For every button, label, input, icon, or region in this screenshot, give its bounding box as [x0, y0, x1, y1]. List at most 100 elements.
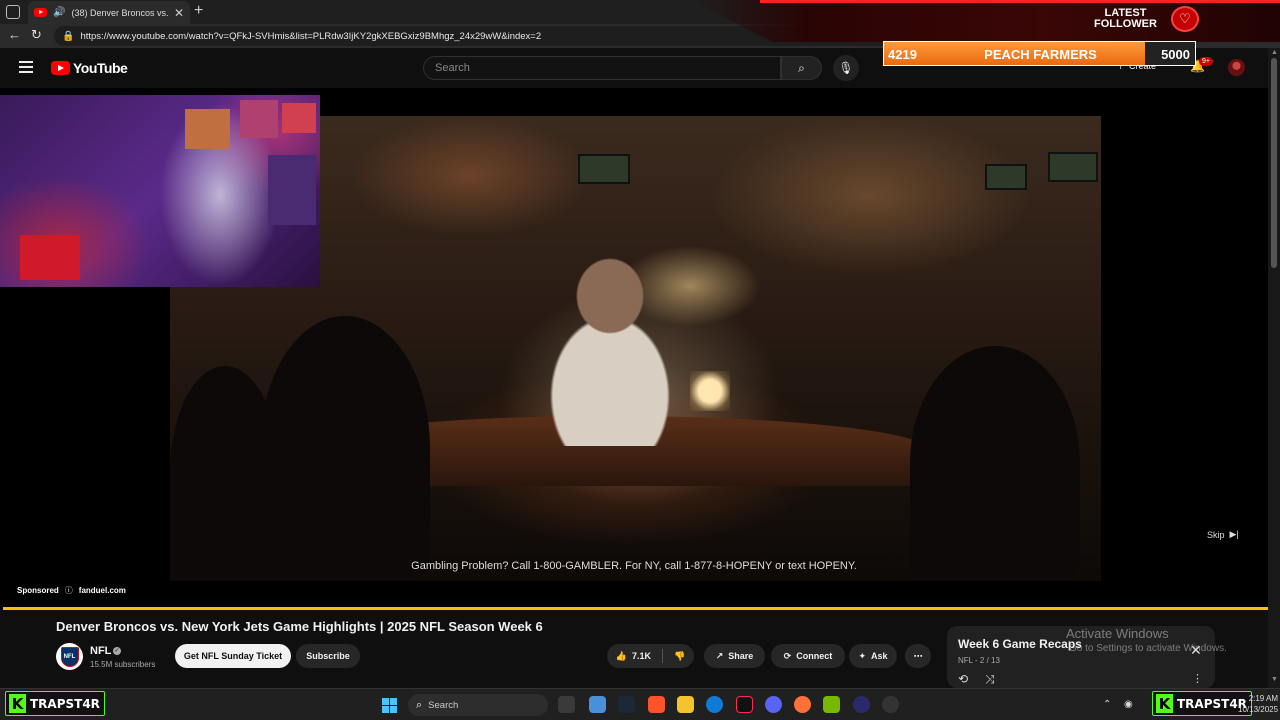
- heart-icon: ♡: [1171, 6, 1199, 32]
- latest-follower-heading: LATEST FOLLOWER: [1094, 8, 1157, 30]
- sparkle-icon: ✦: [858, 650, 867, 661]
- site-info-icon[interactable]: 🔒: [62, 31, 74, 42]
- ad-progress-bar[interactable]: [3, 607, 1268, 610]
- like-dislike-group: 👍 7.1K 👎: [607, 644, 694, 668]
- taskbar-search-input[interactable]: ⌕ Search: [408, 694, 548, 716]
- streamer-webcam-overlay: [0, 95, 320, 287]
- playlist-menu-icon[interactable]: ⋮: [1192, 672, 1203, 685]
- info-icon[interactable]: ⓘ: [65, 585, 73, 596]
- follower-label: FOLLOWER: [1094, 18, 1157, 30]
- microphone-icon: 🎙: [838, 61, 854, 75]
- playlist-position: NFL - 2 / 13: [958, 656, 1000, 665]
- more-actions-button[interactable]: ⋯: [905, 644, 931, 668]
- get-sunday-ticket-button[interactable]: Get NFL Sunday Ticket: [175, 644, 291, 668]
- brave-browser-icon[interactable]: [648, 696, 665, 713]
- search-icon: ⌕: [798, 60, 805, 75]
- kick-channel-name: TRAPST4R: [30, 696, 100, 711]
- youtube-logo[interactable]: YouTube: [51, 60, 128, 76]
- edge-browser-icon[interactable]: [706, 696, 723, 713]
- account-avatar[interactable]: [1228, 59, 1245, 76]
- gambling-disclaimer: Gambling Problem? Call 1-800-GAMBLER. Fo…: [411, 560, 857, 572]
- windows-taskbar: K TRAPST4R ⌕ Search ⌃ ◉ K TRAPST4R 2:19 …: [0, 688, 1280, 720]
- windows-start-icon[interactable]: [382, 698, 397, 713]
- ask-label: Ask: [871, 651, 888, 661]
- reload-icon[interactable]: ↻: [31, 27, 42, 43]
- page-scrollbar[interactable]: ▲ ▼: [1268, 48, 1280, 688]
- thumbs-down-icon[interactable]: 👎: [674, 651, 685, 662]
- scroll-up-icon[interactable]: ▲: [1271, 49, 1278, 56]
- notification-count-badge: 9+: [1199, 57, 1213, 66]
- search-button[interactable]: ⌕: [781, 56, 822, 80]
- table-lamp: [690, 371, 730, 411]
- task-view-icon[interactable]: [558, 696, 575, 713]
- tiktok-icon[interactable]: [736, 696, 753, 713]
- nvidia-icon[interactable]: [823, 696, 840, 713]
- shuffle-icon[interactable]: ⤨: [985, 672, 995, 687]
- skip-next-icon: ▶|: [1229, 529, 1239, 539]
- wall-poster: [240, 100, 278, 138]
- ad-sponsor-info: Sponsored ⓘ fanduel.com: [17, 585, 126, 596]
- loop-icon[interactable]: ⟲: [958, 672, 968, 686]
- search-input[interactable]: Search: [423, 56, 781, 80]
- search-placeholder: Search: [435, 62, 470, 74]
- follower-goal-bar: 4219 PEACH FARMERS 5000: [883, 41, 1196, 66]
- kick-branding-left: K TRAPST4R: [5, 691, 105, 716]
- youtube-play-icon: [51, 61, 70, 75]
- channel-name[interactable]: NFL: [90, 645, 111, 657]
- channel-avatar[interactable]: NFL: [56, 643, 83, 670]
- bar-tv-screen: [985, 164, 1027, 190]
- ask-button[interactable]: ✦ Ask: [849, 644, 897, 668]
- system-clock[interactable]: 2:19 AM 10/13/2025: [1238, 693, 1278, 715]
- kick-logo-icon: K: [1156, 694, 1173, 713]
- skip-ad-button[interactable]: Skip ▶|: [1207, 529, 1239, 540]
- latest-follower-name: PEACH FARMERS: [984, 47, 1097, 62]
- firefox-icon[interactable]: [794, 696, 811, 713]
- scrollbar-thumb[interactable]: [1271, 58, 1277, 268]
- guide-menu-icon[interactable]: [19, 61, 33, 73]
- thumbs-up-icon[interactable]: 👍: [616, 651, 627, 662]
- scroll-down-icon[interactable]: ▼: [1271, 676, 1278, 683]
- steam-tray-icon[interactable]: ◉: [1124, 699, 1133, 710]
- video-title: Denver Broncos vs. New York Jets Game Hi…: [56, 619, 543, 634]
- share-button[interactable]: ↗ Share: [704, 644, 765, 668]
- bar-tv-screen: [1048, 152, 1098, 182]
- video-player[interactable]: Skip ▶| Gambling Problem? Call 1-800-GAM…: [0, 88, 1268, 610]
- steam-icon[interactable]: [618, 696, 635, 713]
- taskbar-search-placeholder: Search: [428, 699, 459, 711]
- file-explorer-icon[interactable]: [677, 696, 694, 713]
- sponsor-link[interactable]: fanduel.com: [79, 586, 126, 595]
- browser-tab-active[interactable]: 🔊 (38) Denver Broncos vs. New ✕: [28, 1, 190, 24]
- foreground-silhouette: [260, 316, 430, 581]
- wall-poster: [282, 103, 316, 133]
- kick-channel-name: TRAPST4R: [1177, 696, 1247, 711]
- tab-actions-icon[interactable]: [6, 5, 20, 19]
- url-text: https://www.youtube.com/watch?v=QFkJ-SVH…: [80, 30, 542, 42]
- youtube-favicon-icon: [34, 8, 47, 17]
- obs-icon[interactable]: [882, 696, 899, 713]
- new-tab-button[interactable]: +: [194, 2, 203, 20]
- speaker-icon[interactable]: 🔊: [53, 7, 65, 18]
- divider: [662, 649, 663, 663]
- subscribe-button[interactable]: Subscribe: [296, 644, 360, 668]
- app-icon[interactable]: [853, 696, 870, 713]
- file-list-app-icon[interactable]: [589, 696, 606, 713]
- kick-branding-right: K TRAPST4R: [1152, 691, 1252, 716]
- bar-tv-screen: [578, 154, 630, 184]
- activate-windows-watermark: Activate Windows Go to Settings to activ…: [1066, 626, 1227, 654]
- skip-label: Skip: [1207, 529, 1225, 540]
- follower-goal-count: 5000: [1161, 47, 1190, 62]
- voice-search-button[interactable]: 🎙: [833, 55, 859, 81]
- tab-title: (38) Denver Broncos vs. New: [71, 7, 168, 18]
- playlist-title[interactable]: Week 6 Game Recaps: [958, 637, 1082, 651]
- back-arrow-icon[interactable]: ←: [8, 27, 21, 42]
- discord-icon[interactable]: [765, 696, 782, 713]
- subscriber-count: 15.5M subscribers: [90, 660, 156, 669]
- connect-button[interactable]: ⟳ Connect: [771, 644, 845, 668]
- search-icon: ⌕: [416, 698, 423, 711]
- more-horizontal-icon: ⋯: [913, 650, 923, 661]
- close-tab-icon[interactable]: ✕: [174, 6, 184, 20]
- tray-overflow-icon[interactable]: ⌃: [1103, 699, 1111, 710]
- clock-date: 10/13/2025: [1238, 705, 1279, 714]
- like-count[interactable]: 7.1K: [632, 651, 651, 661]
- youtube-wordmark: YouTube: [73, 60, 128, 76]
